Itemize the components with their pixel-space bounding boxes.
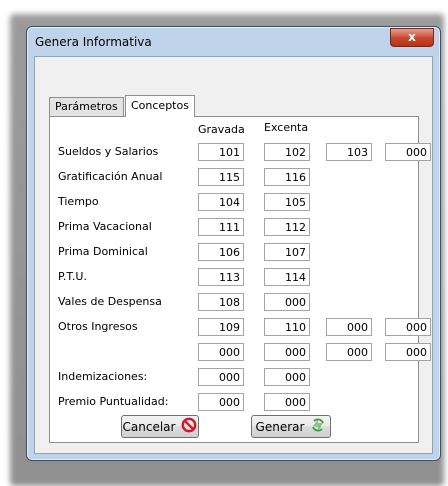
gravada-field-prima-vacacional[interactable]: 111 <box>198 218 244 236</box>
gravada-field-vales-despensa[interactable]: 108 <box>198 293 244 311</box>
cancel-button[interactable]: Cancelar <box>121 415 199 438</box>
excenta-field-prima-dominical[interactable]: 107 <box>264 243 310 261</box>
tab-parametros[interactable]: Parámetros <box>49 97 124 116</box>
conceptos-panel: Gravada Excenta Sueldos y Salarios 101 1… <box>49 116 431 443</box>
close-button[interactable]: x <box>390 28 434 47</box>
row-label-otros-ingresos: Otros Ingresos <box>58 320 138 333</box>
excenta-field-ptu[interactable]: 114 <box>264 268 310 286</box>
excenta-field-premio-puntualidad[interactable]: 000 <box>264 393 310 411</box>
generate-button[interactable]: Generar <box>251 415 331 438</box>
gravada-field-otros-ingresos[interactable]: 109 <box>198 318 244 336</box>
refresh-icon <box>310 417 326 436</box>
extra-field-2-otros-2[interactable]: 000 <box>385 343 431 361</box>
excenta-field-gratificacion[interactable]: 116 <box>264 168 310 186</box>
generate-button-label: Generar <box>255 419 305 434</box>
gravada-field-otros-2[interactable]: 000 <box>198 343 244 361</box>
extra-field-1-sueldos[interactable]: 103 <box>326 143 372 161</box>
row-label-ptu: P.T.U. <box>58 270 87 283</box>
row-label-vales-despensa: Vales de Despensa <box>58 295 162 308</box>
dialog-window: Genera Informativa x Parámetros Concepto… <box>26 26 441 461</box>
dialog-client-area: Parámetros Conceptos Gravada Excenta Sue… <box>34 56 433 454</box>
window-title: Genera Informativa <box>35 35 152 49</box>
row-label-tiempo: Tiempo <box>58 195 99 208</box>
excenta-field-indemizaciones[interactable]: 000 <box>264 368 310 386</box>
row-label-gratificacion: Gratificación Anual <box>58 170 163 183</box>
title-bar[interactable]: Genera Informativa x <box>27 27 440 55</box>
excenta-column-header: Excenta <box>264 121 309 134</box>
extra-field-2-otros-ingresos[interactable]: 000 <box>385 318 431 336</box>
excenta-field-sueldos[interactable]: 102 <box>264 143 310 161</box>
excenta-field-vales-despensa[interactable]: 000 <box>264 293 310 311</box>
extra-field-1-otros-ingresos[interactable]: 000 <box>326 318 372 336</box>
gravada-field-ptu[interactable]: 113 <box>198 268 244 286</box>
row-label-sueldos: Sueldos y Salarios <box>58 145 159 158</box>
excenta-field-otros-ingresos[interactable]: 110 <box>264 318 310 336</box>
gravada-field-gratificacion[interactable]: 115 <box>198 168 244 186</box>
excenta-field-tiempo[interactable]: 105 <box>264 193 310 211</box>
tab-conceptos[interactable]: Conceptos <box>125 95 195 117</box>
gravada-field-premio-puntualidad[interactable]: 000 <box>198 393 244 411</box>
excenta-field-otros-2[interactable]: 000 <box>264 343 310 361</box>
gravada-field-indemizaciones[interactable]: 000 <box>198 368 244 386</box>
no-entry-icon <box>181 417 197 436</box>
extra-field-2-sueldos[interactable]: 000 <box>385 143 431 161</box>
gravada-field-tiempo[interactable]: 104 <box>198 193 244 211</box>
gravada-field-prima-dominical[interactable]: 106 <box>198 243 244 261</box>
row-label-indemizaciones: Indemizaciones: <box>58 370 148 383</box>
gravada-field-sueldos[interactable]: 101 <box>198 143 244 161</box>
row-label-premio-puntualidad: Premio Puntualidad: <box>58 395 169 408</box>
row-label-prima-vacacional: Prima Vacacional <box>58 220 152 233</box>
cancel-button-label: Cancelar <box>122 419 176 434</box>
excenta-field-prima-vacacional[interactable]: 112 <box>264 218 310 236</box>
extra-field-1-otros-2[interactable]: 000 <box>326 343 372 361</box>
row-label-prima-dominical: Prima Dominical <box>58 245 148 258</box>
gravada-column-header: Gravada <box>198 123 245 136</box>
